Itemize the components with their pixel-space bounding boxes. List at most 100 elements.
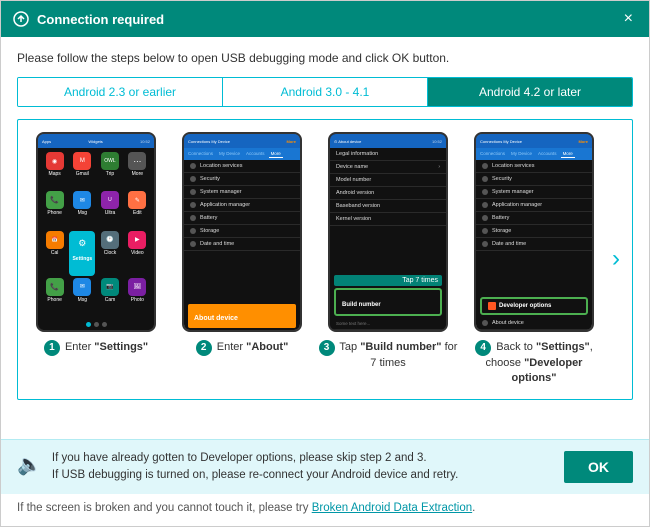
phone-step2: Connections My Device More Connections M… [182,132,302,332]
phone-status-4: Connections My Device More [476,134,592,148]
menu-android: Android version [330,187,446,200]
connection-icon [13,11,29,27]
info-line1: If you have already gotten to Developer … [52,452,427,464]
menu4-security: Security [476,173,592,186]
menu-date: Date and time [184,238,300,251]
menu4-battery: Battery [476,212,592,225]
ok-button[interactable]: OK [564,451,633,483]
phone-tab-acc: Accounts [244,150,267,158]
app-tripadvisor: OWL Trip [97,152,122,189]
phone-screen-3: ⊙ About device 10:52 Legal information D… [330,134,446,330]
developer-options-highlight: Developer options [480,297,588,315]
menu-security: Security [184,173,300,186]
phone-tab4-dev: My Device [509,150,534,158]
menu4-app: Application manager [476,199,592,212]
info-text-block: If you have already gotten to Developer … [52,450,554,485]
app-gmail: M Gmail [69,152,95,189]
step-2: Connections My Device More Connections M… [172,132,312,387]
step-4: Connections My Device More Connections M… [464,132,604,387]
menu-kernel: Kernel version [330,213,446,226]
phone-tab-conn: Connections [186,150,215,158]
phone-tab4-conn: Connections [478,150,507,158]
menu4-date: Date and time [476,238,592,251]
phone-step3: ⊙ About device 10:52 Legal information D… [328,132,448,332]
step-2-label: 2 Enter "About" [196,340,289,356]
phone-tab-more: More [269,150,283,158]
menu-legal: Legal information [330,148,446,161]
app-ultra: U Ultra [97,191,122,228]
menu-extra: Some text here... [330,318,446,330]
content-area: Please follow the steps below to open US… [1,37,649,439]
app-video: ▶ Video [125,231,150,276]
menu-system: System manager [184,186,300,199]
menu-list-4: Location services Security System manage… [476,160,592,295]
app-settings-highlighted: ⚙ Settings [69,231,95,276]
step-4-label: 4 Back to "Settings", choose "Developer … [464,340,604,387]
menu-baseband: Baseband version [330,200,446,213]
about-device-highlight: About device [188,304,296,328]
tab-android-23[interactable]: Android 2.3 or earlier [18,78,223,106]
step-3: ⊙ About device 10:52 Legal information D… [318,132,458,387]
step-1-number: 1 [44,340,60,356]
app-cam: 📷 Cam [97,278,122,315]
phone-step4: Connections My Device More Connections M… [474,132,594,332]
bottom-suffix: . [472,502,475,514]
phone-step1: Apps Widgets 10:52 ◉ Maps [36,132,156,332]
app-calendar: 📅 Cal [42,231,67,276]
info-bar: 🔈 If you have already gotten to Develope… [1,439,649,495]
step-2-number: 2 [196,340,212,356]
menu-battery: Battery [184,212,300,225]
menu4-system: System manager [476,186,592,199]
step-3-number: 3 [319,340,335,356]
developer-options-label: Developer options [499,303,551,309]
app-msg2: ✉ Msg [69,278,95,315]
steps-container: Apps Widgets 10:52 ◉ Maps [17,119,633,400]
app-phone2: 📞 Phone [42,278,67,315]
menu-model: Model number [330,174,446,187]
app-msg: ✉ Msg [69,191,95,228]
build-number-label: Build number [342,302,381,308]
menu-location: Location services [184,160,300,173]
next-arrow[interactable]: › [608,241,624,277]
tab-android-42[interactable]: Android 4.2 or later [428,78,632,106]
tab-android-30[interactable]: Android 3.0 - 4.1 [223,78,428,106]
build-number-highlight: Build number [334,288,442,316]
broken-android-link[interactable]: Broken Android Data Extraction [312,502,472,514]
about-device-label: About device [194,315,238,322]
app-maps: ◉ Maps [42,152,67,189]
tap-indicator: Tap 7 times Build number [330,273,446,318]
dev-icon [488,302,496,310]
phone-screen-4: Connections My Device More Connections M… [476,134,592,330]
phone-tab4-more: More [561,150,575,158]
bottom-prefix: If the screen is broken and you cannot t… [17,502,312,514]
step-3-label: 3 Tap "Build number" for 7 times [318,340,458,371]
phone-status-2: Connections My Device More [184,134,300,148]
phone-status-1: Apps Widgets 10:52 [38,134,154,148]
menu-devname: Device name› [330,161,446,174]
menu-storage: Storage [184,225,300,238]
menu-list-2: Location services Security System manage… [184,160,300,302]
step-1: Apps Widgets 10:52 ◉ Maps [26,132,166,387]
main-window: Connection required × Please follow the … [0,0,650,527]
tap-label: Tap 7 times [334,275,442,286]
title-text: Connection required [37,12,164,27]
app-more: ⋯ More [125,152,150,189]
phone-nav-2: Connections My Device Accounts More [184,148,300,160]
title-bar: Connection required × [1,1,649,37]
menu-list-3: Legal information Device name› Model num… [330,148,446,273]
menu-app: Application manager [184,199,300,212]
phone-screen-2: Connections My Device More Connections M… [184,134,300,330]
menu4-about: About device [476,317,592,330]
app-grid: ◉ Maps M Gmail OWL Trip [38,148,154,319]
menu4-location: Location services [476,160,592,173]
app-phone: 📞 Phone [42,191,67,228]
speaker-icon: 🔈 [17,452,42,477]
close-button[interactable]: × [620,9,637,29]
phone-nav-4: Connections My Device Accounts More [476,148,592,160]
app-edit: ✎ Edit [125,191,150,228]
bottom-text: If the screen is broken and you cannot t… [1,494,649,526]
step-4-number: 4 [475,340,491,356]
step-1-label: 1 Enter "Settings" [44,340,148,356]
menu4-storage: Storage [476,225,592,238]
phone-screen-1: Apps Widgets 10:52 ◉ Maps [38,134,154,330]
